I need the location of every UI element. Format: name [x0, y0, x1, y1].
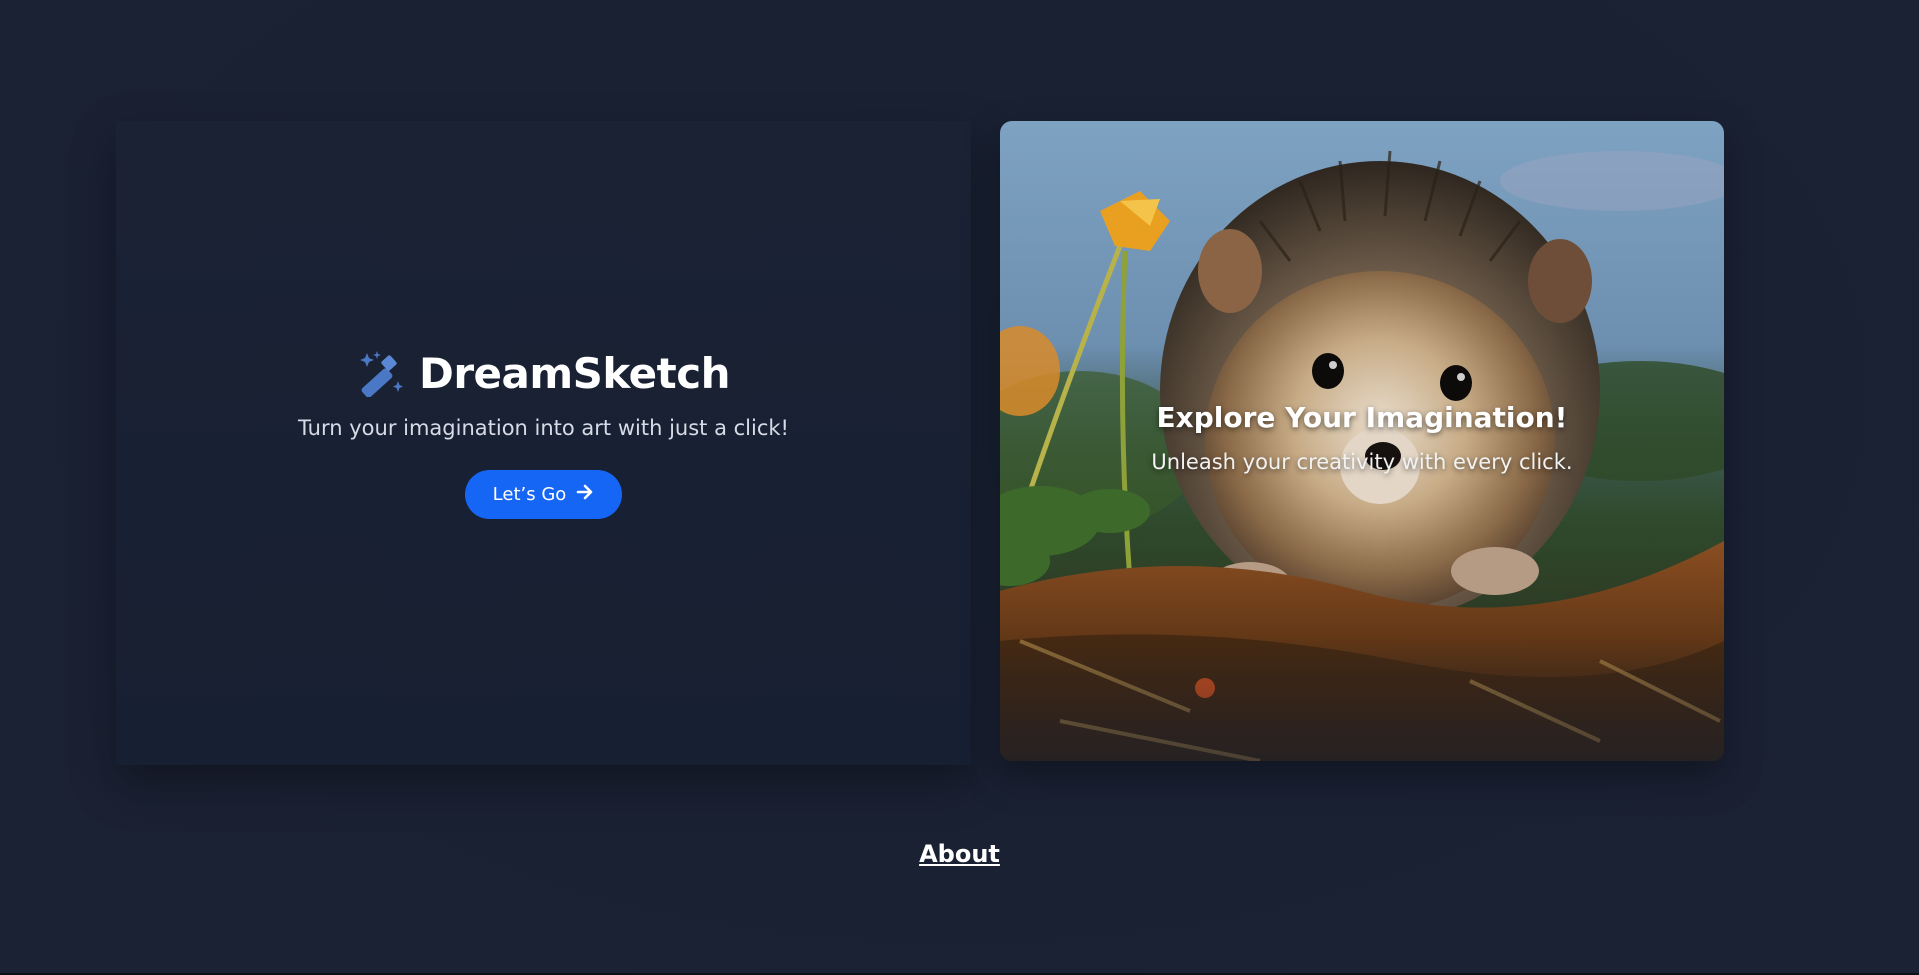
hero-image-card: Explore Your Imagination! Unleash your c… [1000, 121, 1724, 761]
tagline: Turn your imagination into art with just… [298, 416, 789, 440]
intro-panel: DreamSketch Turn your imagination into a… [116, 121, 971, 765]
about-link[interactable]: About [919, 840, 1000, 868]
footer-nav: About [0, 840, 1919, 868]
hero-overlay: Explore Your Imagination! Unleash your c… [1000, 401, 1724, 474]
app-title: DreamSketch [418, 349, 731, 398]
lets-go-label: Let’s Go [492, 484, 567, 505]
arrow-right-icon [576, 483, 594, 506]
lets-go-button[interactable]: Let’s Go [464, 470, 623, 519]
hero-heading: Explore Your Imagination! [1156, 401, 1568, 434]
brand-header: DreamSketch [357, 349, 731, 398]
hero-subheading: Unleash your creativity with every click… [1151, 450, 1573, 474]
landing-page: DreamSketch Turn your imagination into a… [0, 0, 1919, 975]
magic-wand-icon [357, 350, 405, 397]
